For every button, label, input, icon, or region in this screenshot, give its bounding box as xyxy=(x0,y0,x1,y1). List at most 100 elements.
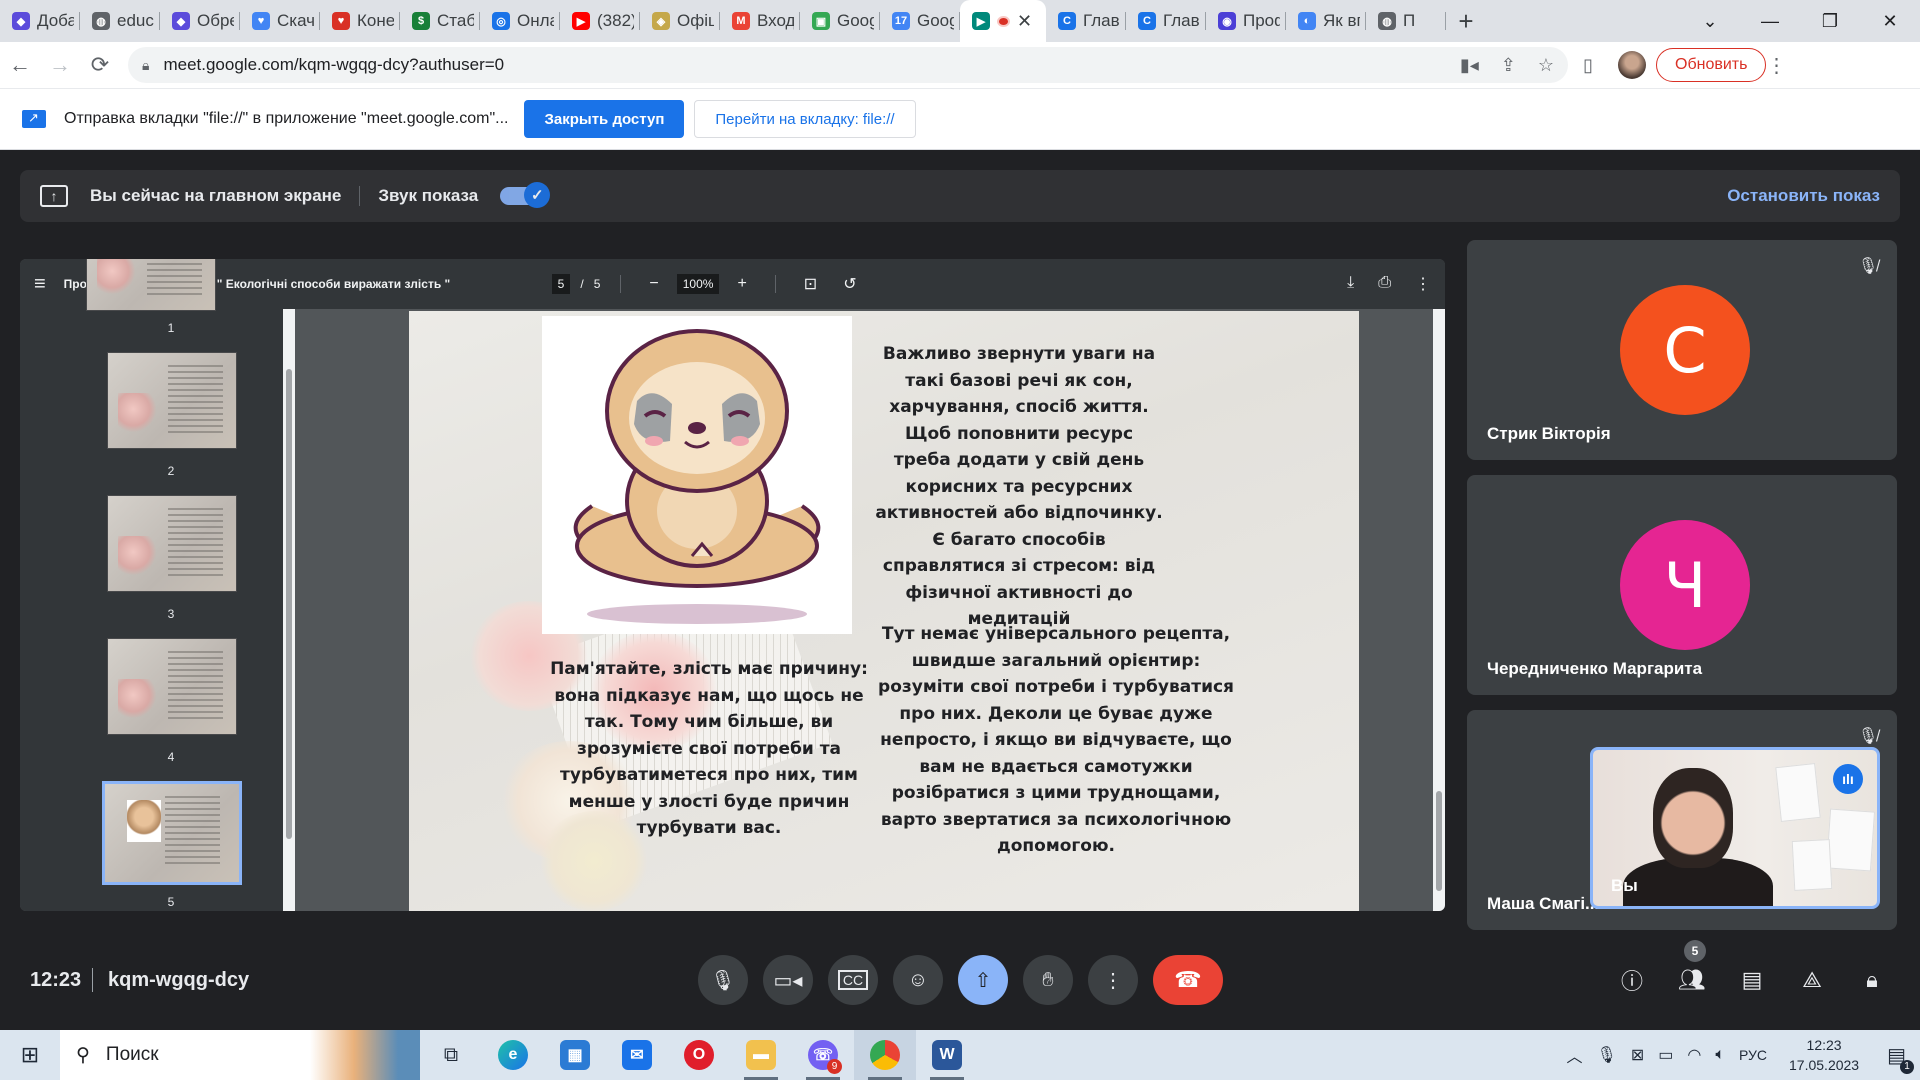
thumbnail-number: 5 xyxy=(167,895,175,909)
wifi-icon[interactable]: ◠ xyxy=(1687,1045,1701,1065)
pdf-scroll-thumb[interactable] xyxy=(1436,791,1442,891)
taskbar-explorer[interactable]: ▬ xyxy=(730,1030,792,1080)
profile-avatar[interactable] xyxy=(1618,51,1646,79)
goto-tab-button[interactable]: Перейти на вкладку: file:// xyxy=(694,100,916,138)
thumbnail-number: 1 xyxy=(167,321,175,335)
print-icon[interactable]: ⎙ xyxy=(1378,274,1391,294)
tab-search-icon[interactable]: ⌄ xyxy=(1680,11,1740,32)
browser-tab[interactable]: ▶ ✕ xyxy=(960,0,1046,42)
side-panel-icon[interactable]: ▯ xyxy=(1568,55,1608,76)
address-bar[interactable]: 🔒︎ meet.google.com/kqm-wgqg-dcy?authuser… xyxy=(128,47,1568,83)
taskbar-edge[interactable]: e xyxy=(482,1030,544,1080)
host-controls-button[interactable]: 🔒︎ xyxy=(1856,964,1888,996)
taskbar-mail[interactable]: ✉ xyxy=(606,1030,668,1080)
share-audio-toggle[interactable] xyxy=(500,182,551,208)
thumbnail-page-3[interactable] xyxy=(107,495,237,592)
share-page-icon[interactable]: ⇪ xyxy=(1501,55,1516,76)
pdf-zoom-input[interactable]: 100% xyxy=(676,274,720,294)
thumbnail-page-4[interactable] xyxy=(107,638,237,735)
activities-button[interactable]: ⟁ xyxy=(1796,964,1828,996)
browser-tab[interactable]: M Входя xyxy=(720,0,800,42)
participant-tile[interactable]: Ч Чередниченко Маргарита xyxy=(1467,475,1897,695)
camera-permission-icon[interactable]: ▮◂ xyxy=(1460,55,1479,76)
windows-start-icon[interactable]: ⊞ xyxy=(0,1042,60,1068)
taskbar-clock[interactable]: 12:23 17.05.2023 xyxy=(1789,1035,1859,1075)
taskbar-chrome[interactable] xyxy=(854,1030,916,1080)
thumbnail-page-1[interactable] xyxy=(86,259,216,311)
task-view-button[interactable]: ⧉ xyxy=(420,1030,482,1080)
slide-paragraph-3: Пам'ятайте, злість має причину: вона під… xyxy=(550,659,868,838)
taskbar-store[interactable]: ▦ xyxy=(544,1030,606,1080)
bookmark-star-icon[interactable]: ☆ xyxy=(1538,55,1554,76)
browser-menu-icon[interactable]: ⋮ xyxy=(1766,53,1786,78)
browser-tab[interactable]: $ Стабі xyxy=(400,0,480,42)
browser-tab[interactable]: ◆ Обре xyxy=(160,0,240,42)
update-button[interactable]: Обновить xyxy=(1656,48,1767,82)
leave-call-button[interactable]: ☎︎ xyxy=(1153,955,1223,1005)
people-button[interactable]: 5 👥︎ xyxy=(1676,940,1708,996)
volume-icon[interactable]: 🔈︎ xyxy=(1715,1046,1725,1064)
forward-arrow-icon[interactable]: → xyxy=(40,52,80,78)
raise-hand-button[interactable]: ✋︎ xyxy=(1023,955,1073,1005)
reload-icon[interactable]: ⟳ xyxy=(80,52,120,78)
browser-tab[interactable]: C Главн xyxy=(1126,0,1206,42)
zoom-in-icon[interactable]: + xyxy=(737,275,746,293)
sidebar-scroll-thumb[interactable] xyxy=(286,369,292,839)
stop-presenting-button[interactable]: Остановить показ xyxy=(1727,186,1880,206)
pdf-menu-icon[interactable]: ≡ xyxy=(34,273,46,296)
captions-button[interactable]: CC xyxy=(828,955,878,1005)
tray-network-alert-icon[interactable]: ⊠ xyxy=(1631,1045,1644,1065)
browser-tab[interactable]: ◉ Проф xyxy=(1206,0,1286,42)
pdf-page-input[interactable]: 5 xyxy=(551,274,571,294)
browser-tab[interactable]: C Главн xyxy=(1046,0,1126,42)
close-tab-icon[interactable]: ✕ xyxy=(1017,11,1032,32)
taskbar-search[interactable]: ⚲ Поиск xyxy=(60,1030,420,1080)
browser-tab[interactable]: ◎ Онла xyxy=(480,0,560,42)
rotate-icon[interactable]: ↺ xyxy=(843,274,856,294)
new-tab-icon[interactable]: + xyxy=(1446,6,1486,37)
browser-tab[interactable]: ▶ (382) xyxy=(560,0,640,42)
taskbar-opera[interactable]: O xyxy=(668,1030,730,1080)
url-text[interactable]: meet.google.com/kqm-wgqg-dcy?authuser=0 xyxy=(163,55,504,75)
hang-up-icon: ☎︎ xyxy=(1174,967,1202,992)
browser-tab[interactable]: ♥ Скача xyxy=(240,0,320,42)
back-arrow-icon[interactable]: ← xyxy=(0,52,40,78)
battery-icon[interactable]: ▭ xyxy=(1658,1045,1673,1065)
keyboard-language[interactable]: РУС xyxy=(1739,1047,1767,1063)
zoom-out-icon[interactable]: − xyxy=(649,275,658,293)
browser-tab[interactable]: 17 Goog xyxy=(880,0,960,42)
chat-button[interactable]: ▤ xyxy=(1736,964,1768,996)
browser-tab[interactable]: ◆ Доба xyxy=(0,0,80,42)
thumbnail-page-2[interactable] xyxy=(107,352,237,449)
reactions-button[interactable]: ☺ xyxy=(893,955,943,1005)
self-view-video[interactable]: ılı Вы xyxy=(1590,747,1880,909)
browser-tab[interactable]: ◐ Як вп xyxy=(1286,0,1366,42)
maximize-icon[interactable]: ❐ xyxy=(1800,11,1860,32)
more-options-button[interactable]: ⋮ xyxy=(1088,955,1138,1005)
microphone-button[interactable]: 🎙︎ xyxy=(698,955,748,1005)
browser-tab[interactable]: ◍ П xyxy=(1366,0,1446,42)
lock-icon[interactable]: 🔒︎ xyxy=(142,57,149,74)
tab-title: Главн xyxy=(1163,11,1200,30)
tray-mic-icon[interactable]: 🎙︎ xyxy=(1597,1045,1617,1065)
browser-tab[interactable]: ◈ Офіц xyxy=(640,0,720,42)
close-access-button[interactable]: Закрыть доступ xyxy=(524,100,685,138)
present-now-button[interactable]: ⇧ xyxy=(958,955,1008,1005)
notification-center-icon[interactable]: ▤ 1 xyxy=(1887,1043,1914,1074)
browser-tab[interactable]: ♥ Коне xyxy=(320,0,400,42)
pdf-more-icon[interactable]: ⋮ xyxy=(1415,274,1431,294)
camera-button[interactable]: ▭◂ xyxy=(763,955,813,1005)
browser-tab[interactable]: ▣ Goog xyxy=(800,0,880,42)
minimize-icon[interactable]: — xyxy=(1740,11,1800,32)
close-window-icon[interactable]: ✕ xyxy=(1860,11,1920,32)
browser-tab[interactable]: ◍ educ xyxy=(80,0,160,42)
participant-tile[interactable]: 🎙︎̸ С Стрик Вікторія xyxy=(1467,240,1897,460)
fit-page-icon[interactable]: ⊡ xyxy=(804,274,817,294)
download-icon[interactable]: ⤓ xyxy=(1347,274,1354,294)
meeting-details-button[interactable]: ⓘ xyxy=(1616,964,1648,996)
tray-expand-icon[interactable]: ︿ xyxy=(1567,1043,1583,1067)
taskbar-date: 17.05.2023 xyxy=(1789,1057,1860,1073)
taskbar-viber[interactable]: ☏ 9 xyxy=(792,1030,854,1080)
taskbar-word[interactable]: W xyxy=(916,1030,978,1080)
thumbnail-page-5[interactable] xyxy=(102,781,242,885)
